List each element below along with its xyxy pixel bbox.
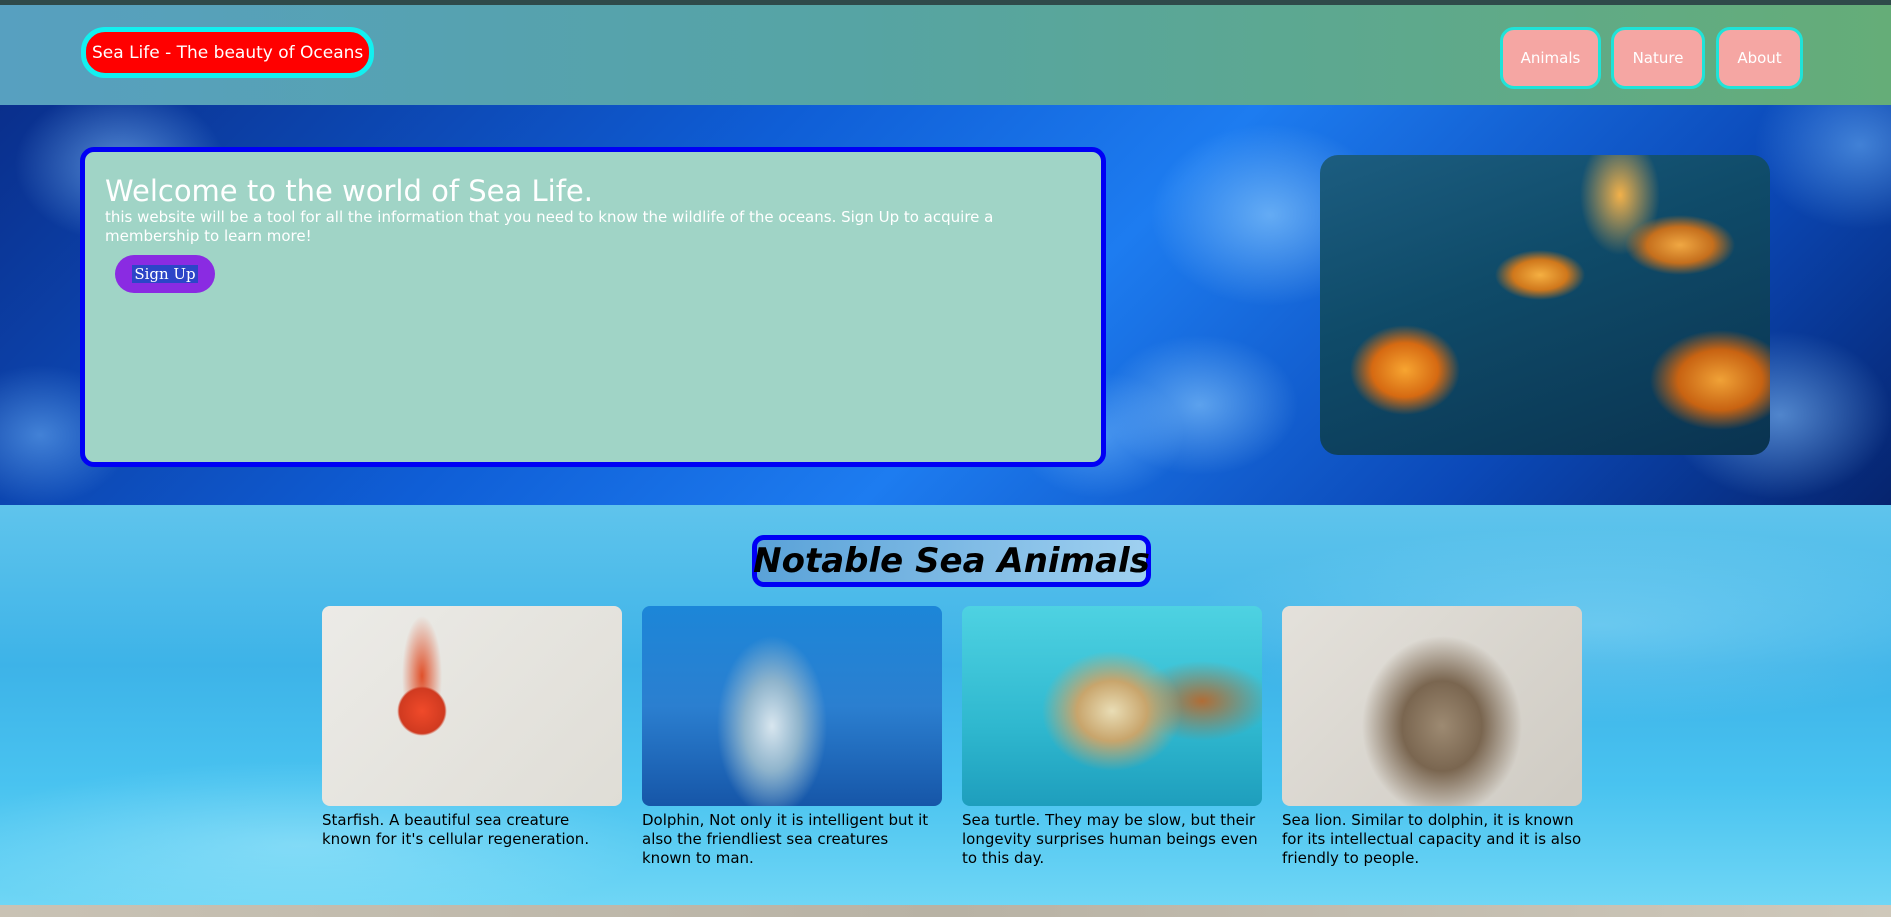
nav-about-button[interactable]: About	[1716, 27, 1803, 89]
welcome-card: Welcome to the world of Sea Life. this w…	[80, 147, 1106, 467]
starfish-photo	[322, 606, 622, 806]
animals-section: Notable Sea Animals Starfish. A beautifu…	[0, 505, 1891, 905]
animal-caption: Dolphin, Not only it is intelligent but …	[642, 811, 929, 867]
signup-button[interactable]: Sign Up	[115, 255, 215, 293]
animal-card-sea-lion: Sea lion. Similar to dolphin, it is know…	[1282, 606, 1582, 868]
signup-label: Sign Up	[132, 265, 198, 283]
dolphin-photo	[642, 606, 942, 806]
jellyfish-photo	[1320, 155, 1770, 455]
animal-card-sea-turtle: Sea turtle. They may be slow, but their …	[962, 606, 1262, 868]
welcome-text: this website will be a tool for all the …	[105, 208, 994, 245]
nav-animals-button[interactable]: Animals	[1500, 27, 1601, 89]
section-heading: Notable Sea Animals	[752, 535, 1151, 587]
animal-card-dolphin: Dolphin, Not only it is intelligent but …	[642, 606, 942, 868]
animal-card-starfish: Starfish. A beautiful sea creature known…	[322, 606, 622, 849]
animal-caption: Sea lion. Similar to dolphin, it is know…	[1282, 811, 1582, 867]
brand-logo[interactable]: Sea Life - The beauty of Oceans	[81, 27, 375, 78]
hero-section: Welcome to the world of Sea Life. this w…	[0, 105, 1891, 505]
nav-nature-button[interactable]: Nature	[1611, 27, 1705, 89]
welcome-title: Welcome to the world of Sea Life.	[105, 174, 593, 208]
sea-lion-photo	[1282, 606, 1582, 806]
site-header: Sea Life - The beauty of Oceans Animals …	[0, 0, 1891, 105]
bottom-strip	[0, 905, 1891, 917]
animal-caption: Starfish. A beautiful sea creature known…	[322, 811, 590, 848]
animal-caption: Sea turtle. They may be slow, but their …	[962, 811, 1258, 867]
sea-turtle-photo	[962, 606, 1262, 806]
